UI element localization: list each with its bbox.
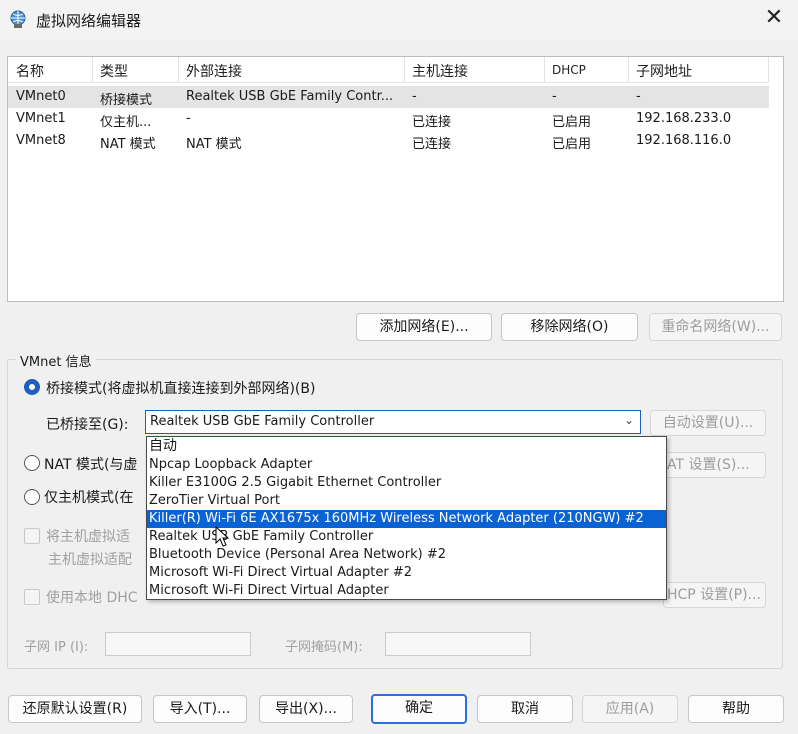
auto-settings-button[interactable]: 自动设置(U)... bbox=[650, 410, 766, 436]
apply-button[interactable]: 应用(A) bbox=[582, 695, 678, 723]
dropdown-option[interactable]: Bluetooth Device (Personal Area Network)… bbox=[147, 546, 666, 564]
restore-defaults-button[interactable]: 还原默认设置(R) bbox=[8, 695, 142, 723]
cancel-button[interactable]: 取消 bbox=[477, 695, 573, 723]
column-header[interactable]: 外部连接 bbox=[186, 61, 242, 81]
bridged-to-value: Realtek USB GbE Family Controller bbox=[150, 414, 375, 429]
subnet-ip-field[interactable] bbox=[105, 632, 251, 656]
dropdown-option[interactable]: Microsoft Wi-Fi Direct Virtual Adapter #… bbox=[147, 564, 666, 582]
table-cell: Realtek USB GbE Family Contr... bbox=[186, 89, 394, 104]
mouse-pointer-icon bbox=[215, 525, 231, 548]
table-cell: VMnet0 bbox=[16, 89, 66, 104]
nat-mode-radio[interactable] bbox=[24, 455, 40, 471]
table-cell: VMnet1 bbox=[16, 111, 66, 126]
adapter-dropdown-list[interactable]: 自动 Npcap Loopback Adapter Killer E3100G … bbox=[146, 436, 667, 600]
table-cell: - bbox=[552, 89, 557, 104]
bridge-mode-label[interactable]: 桥接模式(将虚拟机直接连接到外部网络)(B) bbox=[46, 378, 315, 398]
bridged-to-label: 已桥接至(G): bbox=[46, 417, 129, 433]
table-cell: 仅主机... bbox=[100, 115, 152, 130]
table-cell: 192.168.116.0 bbox=[636, 133, 732, 148]
nat-mode-label[interactable]: NAT 模式(与虚 bbox=[44, 454, 137, 474]
table-row[interactable]: VMnet0 桥接模式 Realtek USB GbE Family Contr… bbox=[8, 86, 769, 108]
table-cell: - bbox=[186, 111, 191, 126]
dropdown-option[interactable]: Killer E3100G 2.5 Gigabit Ethernet Contr… bbox=[147, 474, 666, 492]
network-list[interactable]: 名称 类型 外部连接 主机连接 DHCP 子网地址 VMnet0 桥接模式 Re… bbox=[7, 56, 784, 302]
table-cell: 已启用 bbox=[552, 137, 592, 152]
use-dhcp-checkbox[interactable] bbox=[24, 589, 40, 605]
subnet-ip-label: 子网 IP (I): bbox=[24, 640, 89, 655]
import-button[interactable]: 导入(T)... bbox=[153, 695, 247, 723]
table-cell: 192.168.233.0 bbox=[636, 111, 732, 126]
ok-button[interactable]: 确定 bbox=[371, 694, 467, 724]
subnet-mask-field[interactable] bbox=[385, 632, 531, 656]
table-cell: - bbox=[636, 89, 641, 104]
column-header[interactable]: 名称 bbox=[16, 61, 44, 81]
connect-host-adapter-label[interactable]: 将主机虚拟适 bbox=[46, 526, 130, 546]
dropdown-option[interactable]: Npcap Loopback Adapter bbox=[147, 456, 666, 474]
host-only-radio[interactable] bbox=[24, 489, 40, 505]
column-header[interactable]: DHCP bbox=[552, 63, 586, 77]
help-button[interactable]: 帮助 bbox=[688, 695, 784, 723]
remove-network-button[interactable]: 移除网络(O) bbox=[501, 313, 638, 341]
network-globe-icon bbox=[8, 9, 28, 29]
dhcp-settings-button[interactable]: HCP 设置(P)... bbox=[663, 582, 766, 608]
nat-settings-button[interactable]: AT 设置(S)... bbox=[663, 452, 766, 478]
add-network-button[interactable]: 添加网络(E)... bbox=[356, 313, 492, 341]
chevron-down-icon[interactable]: ⌄ bbox=[624, 413, 634, 427]
export-button[interactable]: 导出(X)... bbox=[259, 695, 353, 723]
table-cell: NAT 模式 bbox=[186, 137, 242, 152]
table-cell: VMnet8 bbox=[16, 133, 66, 148]
table-cell: 桥接模式 bbox=[100, 93, 153, 108]
use-dhcp-label[interactable]: 使用本地 DHC bbox=[46, 587, 138, 607]
column-header[interactable]: 子网地址 bbox=[636, 61, 692, 81]
column-header[interactable]: 类型 bbox=[100, 61, 128, 81]
table-cell: NAT 模式 bbox=[100, 137, 156, 152]
table-cell: - bbox=[412, 89, 417, 104]
list-scrollbar[interactable] bbox=[769, 57, 783, 301]
subnet-mask-label: 子网掩码(M): bbox=[285, 640, 363, 655]
dropdown-option[interactable]: ZeroTier Virtual Port bbox=[147, 492, 666, 510]
close-icon[interactable]: ✕ bbox=[762, 6, 786, 30]
table-cell: 已连接 bbox=[412, 137, 452, 152]
connect-host-adapter-checkbox[interactable] bbox=[24, 528, 40, 544]
rename-network-button[interactable]: 重命名网络(W)... bbox=[649, 313, 782, 341]
bridge-mode-radio[interactable] bbox=[24, 379, 40, 395]
list-header: 名称 类型 外部连接 主机连接 DHCP 子网地址 bbox=[8, 57, 769, 83]
dropdown-option[interactable]: Microsoft Wi-Fi Direct Virtual Adapter bbox=[147, 582, 666, 600]
table-cell: 已启用 bbox=[552, 115, 592, 130]
dropdown-option[interactable]: 自动 bbox=[147, 437, 666, 455]
table-row[interactable]: VMnet8 NAT 模式 NAT 模式 已连接 已启用 192.168.116… bbox=[8, 130, 769, 152]
host-adapter-name-label: 主机虚拟适配 bbox=[48, 552, 132, 568]
host-only-label[interactable]: 仅主机模式(在 bbox=[44, 487, 133, 507]
table-cell: 已连接 bbox=[412, 115, 452, 130]
table-row[interactable]: VMnet1 仅主机... - 已连接 已启用 192.168.233.0 bbox=[8, 108, 769, 130]
vmnet-info-title: VMnet 信息 bbox=[16, 351, 96, 370]
column-header[interactable]: 主机连接 bbox=[412, 61, 468, 81]
window-title: 虚拟网络编辑器 bbox=[36, 12, 142, 30]
bridged-to-select[interactable]: Realtek USB GbE Family Controller ⌄ bbox=[145, 410, 641, 434]
